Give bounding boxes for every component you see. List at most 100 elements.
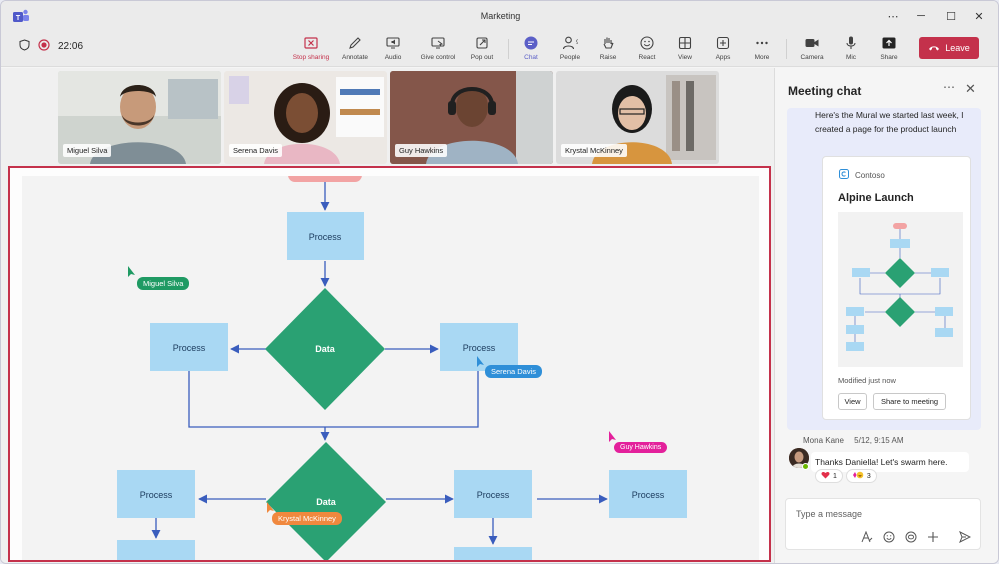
maximize-button[interactable]: ☐ [940, 7, 962, 25]
more-options-icon[interactable]: ⋯ [882, 7, 904, 25]
participant-tile[interactable]: Krystal McKinney [556, 71, 719, 164]
process-label: Process [173, 343, 206, 353]
people-button[interactable]: 9 People [555, 33, 585, 65]
mural-card[interactable]: Contoso Alpine Launch Modified just now … [822, 156, 971, 420]
chat-icon [524, 36, 538, 50]
camera-button[interactable]: Camera [798, 33, 826, 65]
heart-icon [821, 471, 830, 481]
card-view-button[interactable]: View [838, 393, 867, 410]
teams-window: T Marketing ⋯ ─ ☐ ✕ 22:06 Stop sharing A… [0, 0, 999, 564]
message-input[interactable] [796, 509, 966, 519]
reaction-heart[interactable]: 1 [815, 469, 843, 483]
cursor-label-miguel: Miguel Silva [137, 277, 190, 290]
stop-sharing-icon [304, 37, 318, 49]
start-node [288, 176, 362, 182]
pop-out-button[interactable]: Pop out [467, 33, 497, 65]
laugh-icon [852, 471, 864, 481]
process-label: Process [632, 490, 665, 500]
participant-tiles: Miguel Silva Serena Davis Guy Hawkins Kr… [58, 71, 719, 164]
cursor-label-serena: Serena Davis [485, 365, 543, 378]
more-actions-button[interactable]: More [750, 33, 774, 65]
chat-button[interactable]: Chat [518, 33, 544, 65]
process-box [454, 547, 532, 560]
participant-name: Guy Hawkins [395, 144, 448, 157]
annotate-button[interactable]: Annotate [338, 33, 372, 65]
message-author: Mona Kane [803, 436, 844, 445]
loop-icon[interactable] [904, 530, 918, 544]
leave-button[interactable]: Leave [919, 37, 979, 59]
chat-title: Meeting chat [788, 84, 862, 98]
participant-name: Krystal McKinney [561, 144, 627, 157]
add-icon[interactable] [926, 530, 940, 544]
mic-button[interactable]: Mic [839, 33, 863, 65]
process-label: Process [463, 343, 496, 353]
add-app-icon [716, 36, 730, 50]
reaction-laugh[interactable]: 3 [845, 469, 877, 483]
chat-header: Meeting chat ⋯ ✕ [775, 68, 998, 112]
contoso-logo-icon [839, 169, 849, 181]
grid-view-icon [678, 36, 692, 50]
participant-tile[interactable]: Miguel Silva [58, 71, 221, 164]
process-box [117, 540, 195, 560]
audio-icon [386, 37, 400, 49]
cursor-icon [609, 431, 616, 442]
process-label: Process [140, 490, 173, 500]
view-button[interactable]: View [673, 33, 697, 65]
message-reactions: 1 3 [815, 469, 877, 483]
participant-name: Serena Davis [229, 144, 283, 157]
format-icon[interactable] [860, 530, 874, 544]
meeting-timer: 22:06 [58, 41, 84, 52]
message-composer [785, 498, 981, 550]
meeting-chat-panel: Meeting chat ⋯ ✕ Here's the Mural we sta… [774, 68, 998, 563]
recording-icon [38, 39, 50, 54]
card-brand: Contoso [839, 169, 885, 181]
participant-name: Miguel Silva [63, 144, 112, 157]
participant-tile[interactable]: Guy Hawkins [390, 71, 553, 164]
hang-up-icon [929, 46, 940, 51]
meeting-toolbar: 22:06 Stop sharing Annotate Audio Give c… [1, 31, 998, 67]
react-button[interactable]: React [634, 33, 660, 65]
raise-hand-button[interactable]: Raise [595, 33, 621, 65]
presence-available-icon [802, 463, 809, 470]
close-window-button[interactable]: ✕ [968, 7, 990, 25]
cursor-label-guy: Guy Hawkins [614, 442, 668, 453]
stop-sharing-button[interactable]: Stop sharing [291, 33, 331, 65]
shield-icon [19, 39, 30, 54]
share-button[interactable]: Share [877, 33, 901, 65]
give-control-icon [431, 37, 445, 49]
pen-icon [349, 37, 361, 49]
toolbar-divider [786, 39, 787, 59]
emoji-icon[interactable] [882, 530, 896, 544]
data-label: Data [316, 497, 337, 507]
mural-canvas[interactable]: Process Process Process Process Process … [22, 176, 759, 560]
minimize-button[interactable]: ─ [910, 7, 932, 25]
microphone-icon [846, 36, 856, 49]
cursor-label-krystal: Krystal McKinney [272, 512, 342, 525]
process-label: Process [477, 490, 510, 500]
smiley-icon [640, 36, 654, 50]
svg-text:9: 9 [576, 40, 578, 46]
audio-button[interactable]: Audio [379, 33, 407, 65]
more-icon [756, 41, 768, 45]
share-to-meeting-button[interactable]: Share to meeting [873, 393, 946, 410]
flowchart: Process Process Process Process Process … [117, 176, 687, 560]
cursor-icon [128, 266, 135, 277]
message-meta: Mona Kane 5/12, 9:15 AM [803, 436, 904, 445]
card-modified-status: Modified just now [838, 376, 896, 385]
give-control-button[interactable]: Give control [417, 33, 459, 65]
pop-out-icon [476, 37, 488, 49]
card-thumbnail[interactable] [838, 212, 963, 367]
message-timestamp: 5/12, 9:15 AM [854, 436, 904, 445]
recording-status: 22:06 [19, 39, 83, 54]
flowchart-thumbnail [846, 223, 953, 351]
send-icon[interactable] [958, 530, 972, 544]
participant-tile[interactable]: Serena Davis [224, 71, 387, 164]
raise-hand-icon [603, 37, 614, 49]
more-icon[interactable]: ⋯ [943, 80, 955, 94]
camera-icon [805, 39, 819, 47]
data-label: Data [315, 344, 336, 354]
apps-button[interactable]: Apps [711, 33, 735, 65]
people-icon: 9 [562, 36, 578, 50]
process-label: Process [309, 232, 342, 242]
close-icon[interactable]: ✕ [965, 81, 976, 97]
